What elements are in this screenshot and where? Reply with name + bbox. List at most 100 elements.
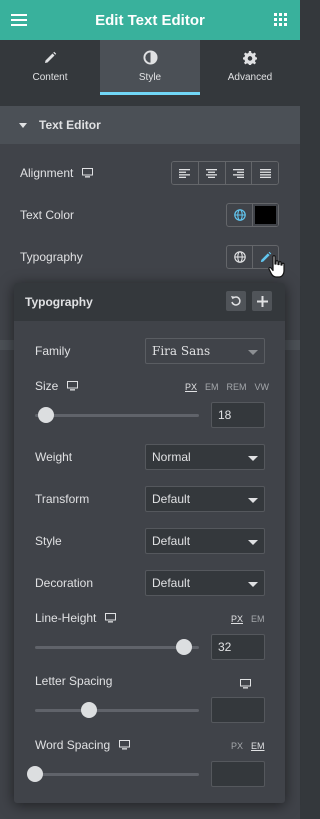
word-spacing-slider-handle[interactable] [27, 766, 43, 782]
typography-label: Typography [20, 250, 83, 264]
color-swatch-button[interactable] [252, 204, 278, 226]
tab-content[interactable]: Content [0, 40, 100, 95]
panel-tabs: Content Style Advanced [0, 40, 300, 95]
globe-icon [233, 209, 246, 221]
word-spacing-unit-switcher: PX EM [231, 741, 265, 751]
text-transform-select[interactable]: Default [145, 486, 265, 512]
line-height-unit-switcher: PX EM [231, 614, 265, 624]
panel-title: Edit Text Editor [95, 11, 205, 29]
chevron-down-icon [248, 582, 258, 587]
alignment-label: Alignment [20, 166, 74, 180]
monitor-icon[interactable] [240, 676, 251, 694]
alignment-control [171, 161, 279, 185]
letter-spacing-slider-handle[interactable] [81, 702, 98, 718]
hand-cursor-icon [268, 255, 285, 284]
line-height-row: Line-Height [35, 611, 117, 625]
size-input[interactable]: 18 [211, 402, 265, 428]
tab-label: Content [32, 72, 68, 83]
size-unit-switcher: PX EM REM VW [185, 382, 269, 392]
font-style-select[interactable]: Default [145, 528, 265, 554]
word-spacing-input[interactable] [211, 761, 265, 787]
text-color-label: Text Color [20, 208, 75, 222]
align-left-button[interactable] [172, 162, 199, 184]
tab-label: Advanced [227, 72, 273, 83]
color-swatch [253, 204, 278, 226]
word-spacing-slider[interactable] [27, 766, 199, 782]
unit-em[interactable]: EM [205, 382, 219, 392]
globe-icon [233, 251, 246, 263]
font-family-select[interactable]: Fira Sans [145, 338, 265, 364]
reset-button[interactable] [226, 291, 246, 311]
unit-px[interactable]: PX [231, 614, 243, 624]
word-spacing-label: Word Spacing [35, 738, 111, 752]
section-title: Text Editor [39, 118, 101, 132]
caret-down-icon [19, 122, 27, 128]
line-height-label: Line-Height [35, 611, 97, 625]
text-color-control [226, 203, 279, 227]
align-left-icon [179, 168, 191, 178]
grid-apps-icon[interactable] [274, 13, 287, 26]
line-height-slider[interactable] [35, 639, 199, 655]
plus-icon [256, 295, 268, 307]
align-justify-icon [259, 168, 271, 178]
letter-spacing-slider[interactable] [35, 702, 199, 718]
monitor-icon[interactable] [105, 613, 117, 623]
global-fonts-button[interactable] [227, 246, 252, 268]
align-right-button[interactable] [225, 162, 253, 184]
size-row: Size [35, 379, 79, 393]
align-right-icon [232, 168, 244, 178]
tab-style[interactable]: Style [100, 40, 200, 95]
unit-em[interactable]: EM [251, 614, 265, 624]
chevron-down-icon [248, 498, 258, 503]
text-decoration-value: Default [152, 576, 191, 590]
unit-px[interactable]: PX [185, 382, 197, 392]
font-weight-select[interactable]: Normal [145, 444, 265, 470]
align-justify-button[interactable] [252, 162, 278, 184]
add-button[interactable] [252, 291, 272, 311]
size-label: Size [35, 379, 59, 393]
font-weight-value: Normal [152, 450, 191, 464]
letter-spacing-input[interactable] [211, 697, 265, 723]
alignment-row: Alignment [20, 166, 94, 180]
typography-popover: Typography Family Fira Sans Size PX EM R… [14, 283, 285, 803]
monitor-icon[interactable] [82, 168, 94, 178]
chevron-down-icon [248, 540, 258, 545]
monitor-icon[interactable] [67, 381, 79, 391]
font-family-value: Fira Sans [152, 344, 211, 358]
hamburger-menu-icon[interactable] [11, 14, 27, 26]
chevron-down-icon [248, 350, 258, 355]
monitor-icon[interactable] [119, 740, 131, 750]
global-colors-button[interactable] [227, 204, 252, 226]
weight-label: Weight [35, 450, 73, 464]
typography-row: Typography [20, 250, 83, 264]
popover-title: Typography [25, 295, 93, 309]
word-spacing-row: Word Spacing [35, 738, 131, 752]
tab-advanced[interactable]: Advanced [200, 40, 300, 95]
section-text-editor[interactable]: Text Editor [0, 106, 300, 144]
line-height-slider-handle[interactable] [176, 639, 193, 655]
unit-em[interactable]: EM [251, 741, 265, 751]
chevron-down-icon [248, 456, 258, 461]
text-transform-value: Default [152, 492, 191, 506]
gear-icon [243, 50, 257, 66]
line-height-input[interactable]: 32 [211, 634, 265, 660]
family-label: Family [35, 344, 71, 358]
transform-label: Transform [35, 492, 90, 506]
decoration-label: Decoration [35, 576, 94, 590]
size-slider[interactable] [35, 407, 199, 423]
align-center-button[interactable] [198, 162, 226, 184]
reset-icon [231, 296, 241, 306]
font-style-value: Default [152, 534, 191, 548]
size-slider-handle[interactable] [38, 407, 55, 423]
editor-header: Edit Text Editor [0, 0, 300, 40]
text-decoration-select[interactable]: Default [145, 570, 265, 596]
half-circle-contrast-icon [142, 50, 158, 66]
tab-label: Style [138, 71, 162, 83]
unit-vw[interactable]: VW [255, 382, 270, 392]
style-label: Style [35, 534, 62, 548]
text-color-row: Text Color [20, 208, 74, 222]
letter-spacing-label: Letter Spacing [35, 674, 113, 688]
unit-px[interactable]: PX [231, 741, 243, 751]
align-center-icon [206, 168, 218, 178]
unit-rem[interactable]: REM [227, 382, 247, 392]
